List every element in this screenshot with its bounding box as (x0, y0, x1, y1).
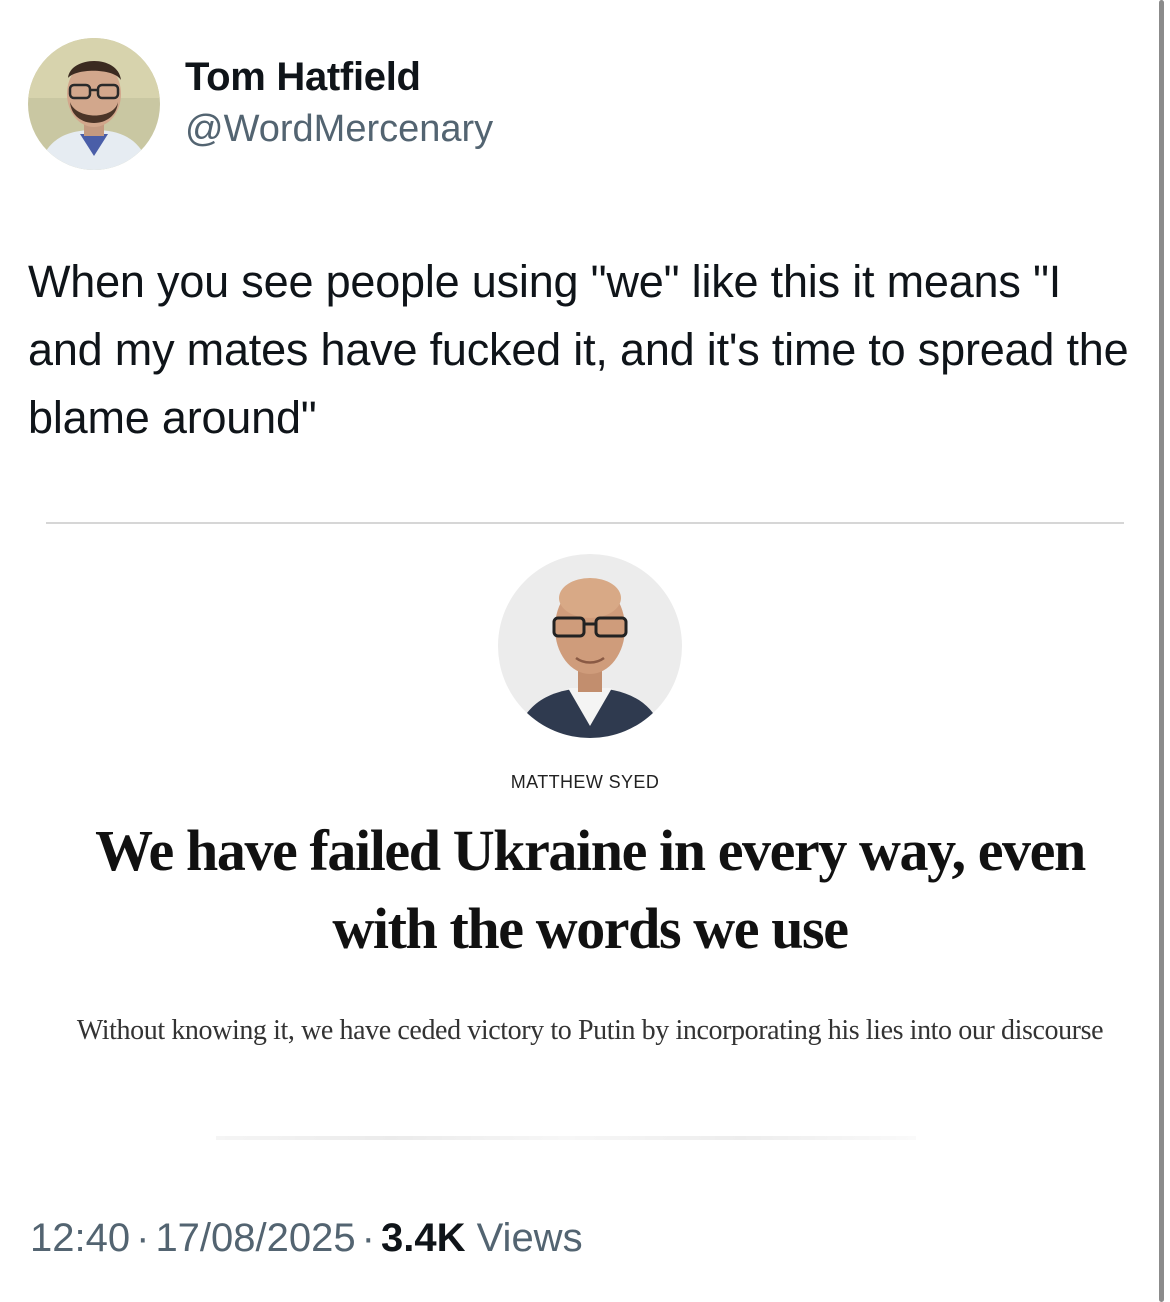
tweet-author: Tom Hatfield @WordMercenary (28, 38, 493, 170)
author-names: Tom Hatfield @WordMercenary (185, 52, 493, 152)
media-top-divider (46, 522, 1124, 524)
tweet-time[interactable]: 12:40 (30, 1216, 130, 1260)
meta-separator: · (136, 1216, 150, 1260)
meta-separator: · (361, 1216, 375, 1260)
tweet-text: When you see people using "we" like this… (28, 256, 1129, 443)
tweet-date[interactable]: 17/08/2025 (155, 1216, 355, 1260)
article-byline: MATTHEW SYED (510, 772, 660, 792)
article-standfirst: Without knowing it, we have ceded victor… (76, 1015, 1104, 1046)
attached-article-image[interactable]: MATTHEW SYED We have failed Ukraine in e… (46, 522, 1124, 1162)
author-avatar[interactable] (28, 38, 160, 170)
author-display-name[interactable]: Tom Hatfield (185, 52, 493, 102)
tweet-meta: 12:40 · 17/08/2025 · 3.4K Views (30, 1212, 583, 1264)
views-count: 3.4K (380, 1216, 466, 1260)
faded-text-line (216, 1136, 916, 1140)
article-headline: We have failed Ukraine in every way, eve… (95, 818, 1086, 961)
scrollbar[interactable] (1159, 0, 1164, 1302)
author-handle[interactable]: @WordMercenary (185, 106, 493, 152)
views-label: Views (476, 1216, 583, 1260)
article-author-photo (498, 554, 682, 738)
